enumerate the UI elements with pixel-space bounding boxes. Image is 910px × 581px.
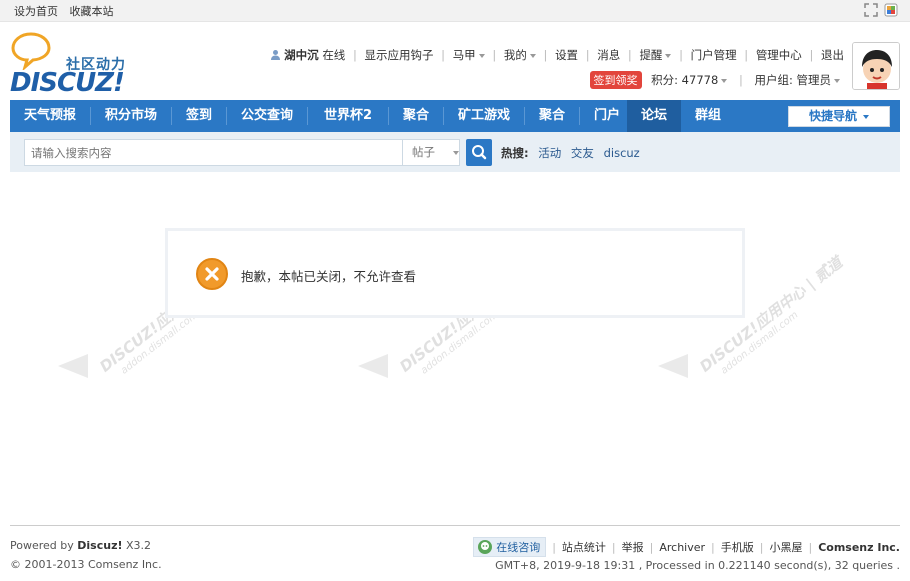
top-toolbar: 设为首页 收藏本站 (0, 0, 910, 22)
username-link[interactable]: 湖中沉 (284, 48, 319, 62)
bookmark-link[interactable]: 收藏本站 (70, 5, 114, 18)
style-switch-icon[interactable] (884, 3, 898, 17)
portal-admin-link[interactable]: 门户管理 (691, 48, 737, 62)
nav-sign-in[interactable]: 签到 (172, 100, 226, 132)
chevron-down-icon (665, 53, 672, 58)
sign-in-reward-button[interactable]: 签到领奖 (589, 71, 642, 89)
site-stats-link[interactable]: 站点统计 (562, 539, 606, 555)
discuz-link[interactable]: Discuz! (77, 539, 122, 552)
error-icon (196, 258, 228, 290)
user-toolbar: 湖中沉 在线 | 显示应用钩子 | 马甲 | 我的 | 设置 | 消息 | 提醒… (270, 47, 844, 63)
watermark-arrow (358, 354, 388, 378)
logout-link[interactable]: 退出 (821, 48, 844, 62)
logo-wordmark: DISCUZ! (10, 68, 125, 98)
nav-aggregate-1[interactable]: 聚合 (389, 100, 443, 132)
online-status: 在线 (322, 48, 346, 62)
search-input[interactable] (24, 139, 402, 166)
nav-groups[interactable]: 群组 (681, 100, 735, 132)
copyright: © 2001-2013 Comsenz Inc. (10, 558, 162, 571)
hot-search-keyword[interactable]: 活动 (538, 146, 561, 160)
watermark-arrow (58, 354, 88, 378)
error-message-text: 抱歉，本帖已关闭，不允许查看 (241, 269, 417, 284)
footer-links: 在线咨询 | 站点统计 | 举报 | Archiver | 手机版 | 小黑屋 … (473, 537, 900, 557)
hot-searches: 热搜: 活动 交友 discuz (501, 145, 640, 161)
online-consult-button[interactable]: 在线咨询 (473, 537, 547, 557)
set-home-link[interactable]: 设为首页 (14, 5, 58, 18)
nav-points-market[interactable]: 积分市场 (91, 100, 171, 132)
nav-weather[interactable]: 天气预报 (10, 100, 90, 132)
chat-icon (478, 540, 493, 554)
user-icon (270, 48, 285, 62)
usergroup-menu[interactable]: 用户组: 管理员 (754, 73, 840, 87)
chevron-down-icon (452, 150, 459, 155)
chevron-down-icon (478, 53, 485, 58)
archiver-link[interactable]: Archiver (659, 541, 705, 554)
my-menu[interactable]: 我的 (504, 48, 536, 62)
comsenz-link[interactable]: Comsenz Inc. (818, 541, 900, 554)
points-menu[interactable]: 积分: 47778 (651, 73, 728, 87)
nav-miner-game[interactable]: 矿工游戏 (444, 100, 524, 132)
show-hooks-link[interactable]: 显示应用钩子 (365, 48, 434, 62)
chevron-down-icon (834, 78, 840, 83)
error-message-box: 抱歉，本帖已关闭，不允许查看 (165, 228, 745, 318)
admin-center-link[interactable]: 管理中心 (756, 48, 802, 62)
settings-link[interactable]: 设置 (555, 48, 578, 62)
logo-bubble-icon (11, 32, 51, 70)
search-bar: 帖子 热搜: 活动 交友 discuz (10, 132, 900, 172)
nav-world-cup[interactable]: 世界杯2 (308, 100, 388, 132)
search-type-select[interactable]: 帖子 (402, 139, 460, 166)
powered-by: Powered by Discuz! X3.2 (10, 539, 152, 552)
watermark-arrow (658, 354, 688, 378)
hot-search-keyword[interactable]: discuz (604, 146, 640, 160)
vest-menu[interactable]: 马甲 (453, 48, 485, 62)
mobile-link[interactable]: 手机版 (721, 539, 754, 555)
nav-forum[interactable]: 论坛 (627, 100, 681, 132)
hot-search-keyword[interactable]: 交友 (571, 146, 594, 160)
user-stats: 签到领奖 积分: 47778 | 用户组: 管理员 (589, 71, 840, 89)
search-icon (472, 145, 487, 160)
site-header: 社区动力 DISCUZ! 湖中沉 在线 | 显示应用钩子 | 马甲 | 我的 |… (0, 22, 910, 100)
avatar[interactable] (852, 42, 900, 90)
blacklist-link[interactable]: 小黑屋 (769, 539, 802, 555)
main-navigation: 天气预报 积分市场 签到 公交查询 世界杯2 聚合 矿工游戏 聚合 门户 论坛 … (10, 100, 900, 132)
quick-navigation-button[interactable]: 快捷导航 (788, 106, 890, 127)
hot-search-label: 热搜: (501, 146, 529, 160)
site-logo[interactable]: 社区动力 DISCUZ! (10, 32, 135, 98)
fullscreen-icon[interactable] (864, 3, 878, 17)
chevron-down-icon (863, 114, 869, 119)
footer-divider (10, 525, 900, 526)
report-link[interactable]: 举报 (622, 539, 644, 555)
messages-link[interactable]: 消息 (597, 48, 620, 62)
nav-aggregate-2[interactable]: 聚合 (525, 100, 579, 132)
processing-info: GMT+8, 2019-9-18 19:31 , Processed in 0.… (495, 559, 900, 572)
chevron-down-icon (529, 53, 536, 58)
notifications-menu[interactable]: 提醒 (639, 48, 672, 62)
nav-bus-query[interactable]: 公交查询 (227, 100, 307, 132)
nav-portal[interactable]: 门户 (580, 100, 634, 132)
chevron-down-icon (721, 78, 728, 83)
search-button[interactable] (466, 139, 492, 166)
